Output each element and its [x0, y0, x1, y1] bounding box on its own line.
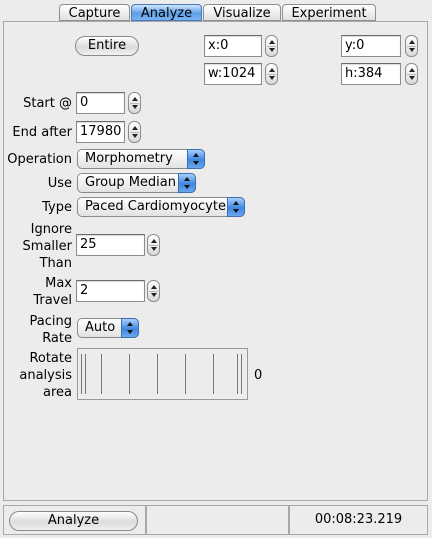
slider-tick: [85, 354, 86, 394]
end-after-stepper[interactable]: [128, 121, 141, 143]
max-travel-stepper[interactable]: [147, 280, 160, 302]
pacing-rate-popup[interactable]: Auto: [77, 318, 139, 338]
use-popup[interactable]: Group Median: [77, 173, 196, 193]
ignore-label-line2: Smaller: [22, 239, 72, 254]
y-field[interactable]: y:0: [341, 35, 401, 57]
slider-tick: [185, 354, 186, 394]
analyze-button[interactable]: Analyze: [9, 511, 138, 531]
rotate-label-line3: area: [43, 385, 72, 400]
rotate-slider[interactable]: [77, 348, 248, 400]
end-after-label: End after: [12, 125, 72, 140]
type-value: Paced Cardiomyocyte: [85, 199, 226, 214]
popup-arrows-icon: [227, 197, 245, 217]
slider-tick: [241, 354, 242, 394]
rotate-value: 0: [254, 368, 263, 383]
x-stepper[interactable]: [265, 35, 278, 57]
type-popup[interactable]: Paced Cardiomyocyte: [77, 197, 245, 217]
y-stepper[interactable]: [405, 35, 418, 57]
use-value: Group Median: [85, 175, 176, 190]
rotate-label-line1: Rotate: [29, 351, 72, 366]
pacing-rate-label-line2: Rate: [42, 331, 72, 346]
start-label: Start @: [23, 96, 72, 111]
operation-value: Morphometry: [85, 151, 173, 166]
max-travel-field[interactable]: 2: [76, 280, 145, 302]
popup-arrows-icon: [121, 318, 139, 338]
tab-experiment[interactable]: Experiment: [282, 4, 376, 21]
slider-tick: [237, 354, 238, 394]
w-field[interactable]: w:1024: [204, 63, 262, 85]
pacing-rate-label-line1: Pacing: [29, 314, 72, 329]
ignore-smaller-field[interactable]: 25: [76, 234, 145, 256]
pacing-rate-value: Auto: [85, 320, 116, 335]
slider-tick: [213, 354, 214, 394]
h-field[interactable]: h:384: [341, 63, 401, 85]
operation-label: Operation: [7, 152, 72, 167]
popup-arrows-icon: [187, 149, 205, 169]
ignore-smaller-stepper[interactable]: [147, 234, 160, 256]
max-travel-label-line1: Max: [45, 276, 72, 291]
end-after-field[interactable]: 17980: [76, 121, 125, 143]
ignore-label-line1: Ignore: [30, 222, 72, 237]
slider-tick: [157, 354, 158, 394]
elapsed-time: 00:08:23.219: [289, 505, 428, 535]
h-stepper[interactable]: [405, 63, 418, 85]
tab-visualize[interactable]: Visualize: [203, 4, 281, 21]
start-stepper[interactable]: [128, 92, 141, 114]
ignore-label-line3: Than: [39, 256, 72, 271]
tab-capture[interactable]: Capture: [59, 4, 130, 21]
popup-arrows-icon: [178, 173, 196, 193]
slider-tick: [101, 354, 102, 394]
slider-tick: [129, 354, 130, 394]
type-label: Type: [42, 200, 72, 215]
x-field[interactable]: x:0: [204, 35, 262, 57]
w-stepper[interactable]: [265, 63, 278, 85]
status-middle-cell: [146, 505, 289, 535]
slider-tick: [81, 354, 82, 394]
entire-button[interactable]: Entire: [75, 36, 139, 56]
start-field[interactable]: 0: [76, 92, 125, 114]
tab-analyze[interactable]: Analyze: [131, 4, 202, 21]
rotate-label-line2: analysis: [19, 368, 72, 383]
use-label: Use: [47, 176, 72, 191]
operation-popup[interactable]: Morphometry: [77, 149, 205, 169]
max-travel-label-line2: Travel: [33, 293, 72, 308]
